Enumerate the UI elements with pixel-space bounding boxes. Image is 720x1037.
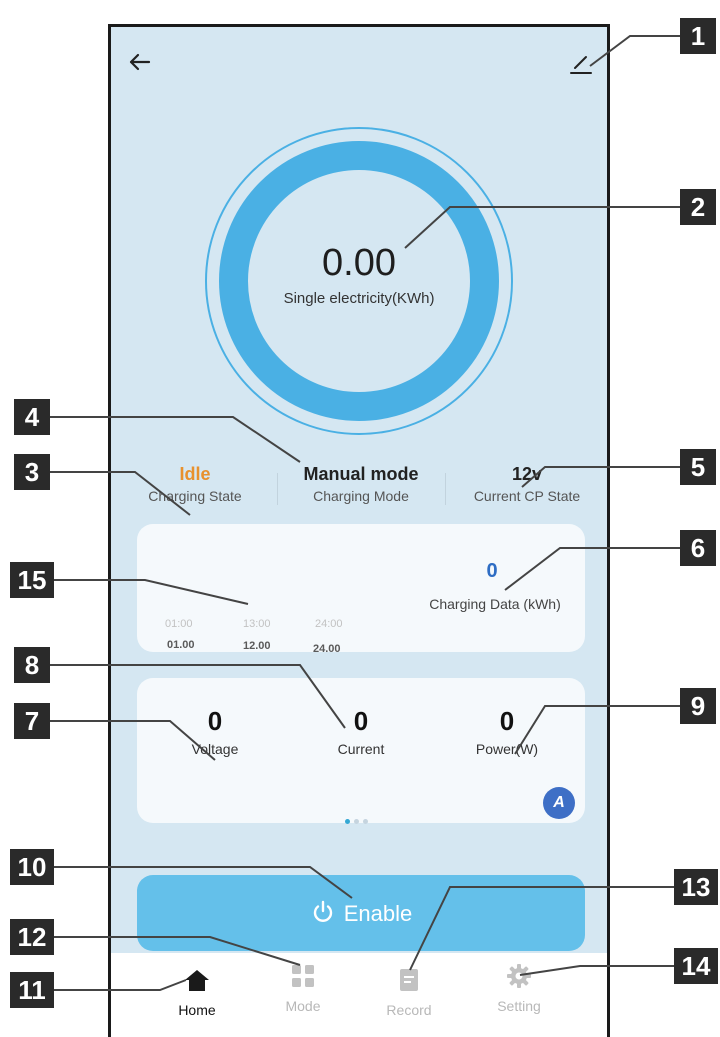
callout-marker: 10: [10, 849, 54, 885]
callout-marker: 13: [674, 869, 718, 905]
callout-marker: 15: [10, 562, 54, 598]
callout-marker: 9: [680, 688, 716, 724]
callout-marker: 8: [14, 647, 50, 683]
callout-marker: 3: [14, 454, 50, 490]
callout-marker: 1: [680, 18, 716, 54]
callout-leader-lines: [42, 35, 680, 991]
callout-marker: 6: [680, 530, 716, 566]
callout-marker: 14: [674, 948, 718, 984]
callout-marker: 11: [10, 972, 54, 1008]
callout-marker: 4: [14, 399, 50, 435]
callout-marker: 2: [680, 189, 716, 225]
callout-marker: 5: [680, 449, 716, 485]
callout-marker: 12: [10, 919, 54, 955]
callout-marker: 7: [14, 703, 50, 739]
